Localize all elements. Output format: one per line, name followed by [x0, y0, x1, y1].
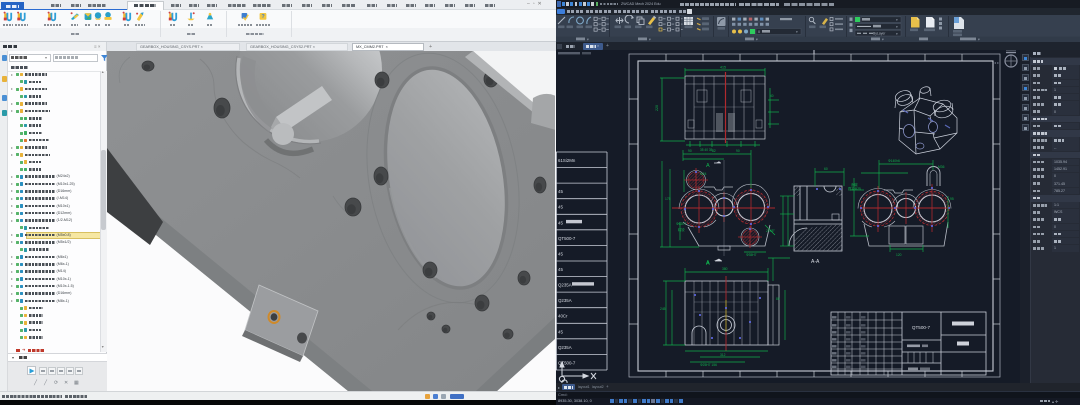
svg-text:45: 45 [558, 251, 563, 256]
svg-text:45: 45 [558, 205, 563, 210]
svg-text:▾: ▾ [896, 32, 898, 36]
svg-text:85: 85 [776, 297, 780, 301]
svg-text:Q235A: Q235A [558, 283, 572, 288]
svg-text:45: 45 [558, 189, 563, 194]
svg-text:▾: ▾ [649, 38, 651, 42]
svg-text:A: A [706, 163, 710, 169]
svg-text:120: 120 [896, 253, 902, 257]
svg-text:45: 45 [558, 267, 563, 272]
svg-text:95: 95 [950, 197, 954, 201]
svg-text:QT500-7: QT500-7 [912, 325, 931, 330]
svg-text:▾: ▾ [756, 38, 758, 42]
svg-text:◂ ▸: ◂ ▸ [994, 60, 999, 65]
svg-text:Φ62K7: Φ62K7 [676, 222, 686, 226]
svg-text:M24: M24 [700, 172, 707, 176]
svg-text:▾: ▾ [896, 25, 898, 29]
svg-text:ByLayer: ByLayer [873, 32, 886, 36]
svg-text:QT500-7: QT500-7 [558, 236, 576, 241]
svg-text:35 40 35: 35 40 35 [700, 148, 713, 152]
svg-text:▾: ▾ [882, 38, 884, 42]
svg-text:60: 60 [824, 167, 828, 171]
svg-text:渗碳: 渗碳 [851, 182, 858, 187]
svg-text:▾: ▾ [587, 38, 589, 42]
svg-text:45: 45 [558, 329, 563, 334]
svg-text:415: 415 [720, 66, 726, 70]
svg-text:175: 175 [665, 197, 671, 201]
svg-text:40: 40 [770, 94, 774, 98]
svg-text:380: 380 [722, 267, 728, 271]
svg-text:Φ35H7: Φ35H7 [746, 253, 757, 257]
svg-text:61Si2Mn: 61Si2Mn [558, 158, 576, 163]
svg-text:245: 245 [660, 307, 666, 311]
svg-text:82: 82 [712, 149, 716, 153]
svg-text:2×45°: 2×45° [766, 229, 775, 233]
svg-text:A: A [706, 260, 710, 266]
svg-text:Q235A: Q235A [558, 345, 572, 350]
svg-text:Φ25H7 156: Φ25H7 156 [700, 363, 717, 367]
svg-text:▾: ▾ [796, 30, 798, 34]
svg-text:M36: M36 [938, 165, 945, 169]
svg-text:90: 90 [688, 149, 692, 153]
svg-text:0: 0 [758, 30, 760, 34]
svg-text:220: 220 [655, 105, 659, 111]
svg-text:▾: ▾ [978, 38, 980, 42]
svg-text:Φ140h6: Φ140h6 [888, 159, 900, 163]
svg-text:40Cr: 40Cr [558, 314, 568, 319]
svg-text:90: 90 [736, 149, 740, 153]
svg-text:A-A: A-A [811, 259, 820, 265]
svg-text:精铰: 精铰 [678, 227, 685, 232]
svg-text:45: 45 [558, 220, 563, 225]
svg-text:Q235A: Q235A [558, 298, 572, 303]
svg-text:▾: ▾ [896, 18, 898, 22]
svg-text:312: 312 [720, 353, 726, 357]
